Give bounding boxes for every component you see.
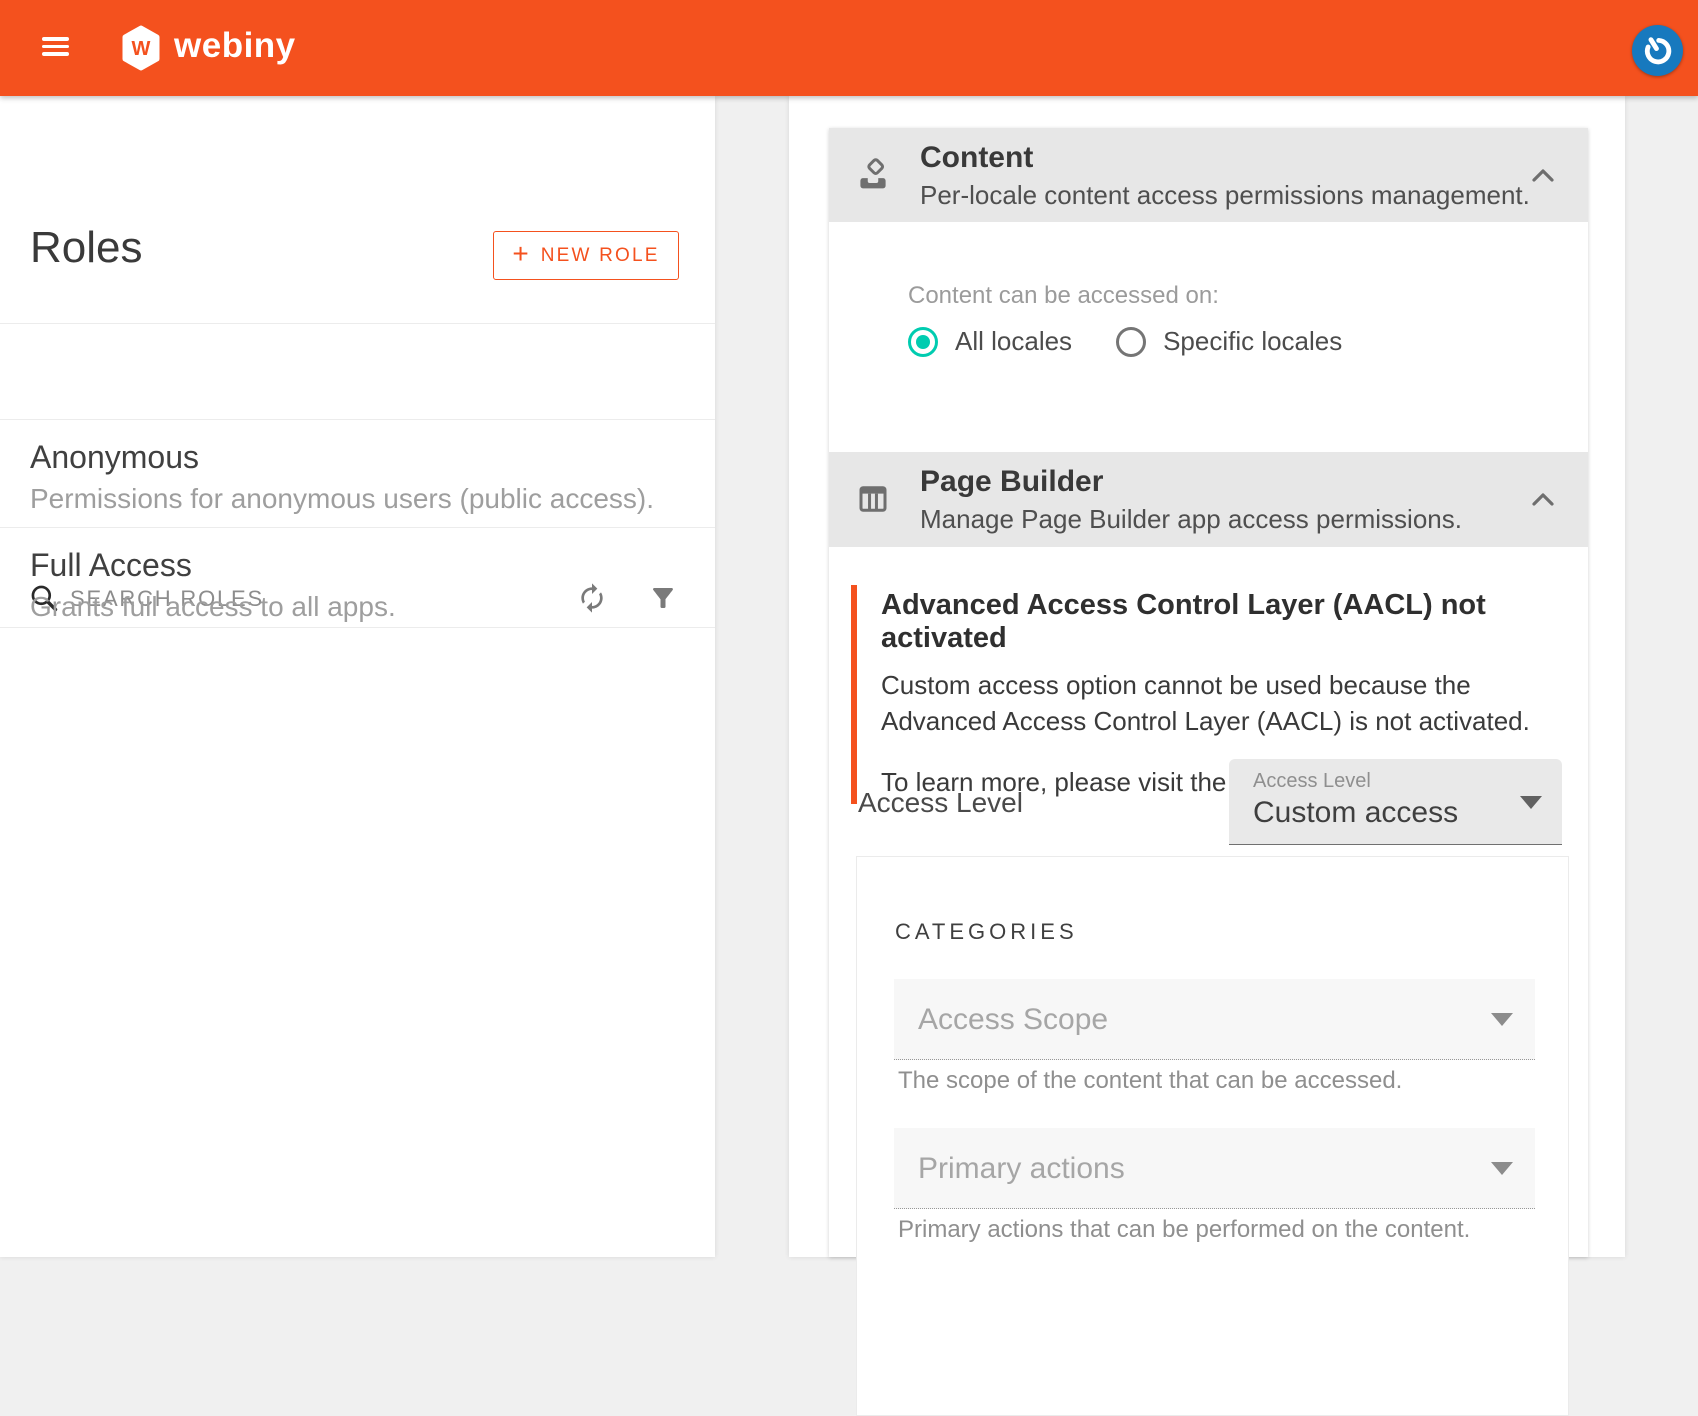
- access-scope-select[interactable]: Access Scope: [894, 979, 1535, 1060]
- role-description: Grants full access to all apps.: [30, 591, 396, 623]
- accessed-on-label: Content can be accessed on:: [908, 282, 1219, 310]
- dropdown-arrow-icon: [1491, 1013, 1513, 1026]
- ballot-icon: [855, 156, 891, 194]
- access-level-select[interactable]: Access Level Custom access: [1229, 759, 1562, 845]
- content-section-body: Content can be accessed on: All locales …: [829, 222, 1588, 452]
- select-value: Custom access: [1253, 796, 1458, 830]
- section-subtitle: Manage Page Builder app access permissio…: [920, 504, 1462, 535]
- chevron-up-icon[interactable]: [1532, 493, 1554, 506]
- role-list-item-full-access[interactable]: Full Access Grants full access to all ap…: [0, 527, 715, 627]
- select-placeholder: Primary actions: [918, 1152, 1125, 1186]
- search-roles-input[interactable]: SEARCH ROLES: [0, 323, 715, 419]
- dropdown-arrow-icon: [1491, 1162, 1513, 1175]
- role-title: Full Access: [30, 547, 192, 584]
- radio-all-locales[interactable]: [908, 327, 938, 357]
- divider: [0, 627, 715, 628]
- select-placeholder: Access Scope: [918, 1003, 1108, 1037]
- role-description: Permissions for anonymous users (public …: [30, 483, 654, 515]
- access-level-label: Access Level: [858, 787, 1023, 819]
- page-builder-section-header[interactable]: Page Builder Manage Page Builder app acc…: [829, 452, 1588, 547]
- permissions-accordion-card: Content Per-locale content access permis…: [829, 128, 1588, 1257]
- field-helper-text: The scope of the content that can be acc…: [898, 1067, 1402, 1095]
- categories-card: CATEGORIES Access Scope The scope of the…: [856, 856, 1569, 1416]
- warning-body: Custom access option cannot be used beca…: [881, 667, 1541, 739]
- section-title: Page Builder: [920, 465, 1103, 499]
- access-level-row: Access Level Access Level Custom access: [829, 759, 1588, 845]
- radio-specific-locales[interactable]: [1116, 327, 1146, 357]
- section-title: Content: [920, 141, 1033, 175]
- role-title: Anonymous: [30, 439, 199, 476]
- menu-hamburger-icon[interactable]: [42, 37, 69, 56]
- brand-wordmark: webiny: [174, 26, 296, 66]
- radio-label[interactable]: Specific locales: [1163, 326, 1342, 357]
- primary-actions-select[interactable]: Primary actions: [894, 1128, 1535, 1209]
- field-helper-text: Primary actions that can be performed on…: [898, 1216, 1470, 1244]
- new-role-button[interactable]: + NEW ROLE: [493, 231, 679, 280]
- select-floating-label: Access Level: [1253, 770, 1371, 793]
- app-bar: W webiny: [0, 0, 1698, 96]
- dropdown-arrow-icon: [1520, 796, 1542, 809]
- section-subtitle: Per-locale content access permissions ma…: [920, 180, 1530, 211]
- role-list-item-anonymous[interactable]: Anonymous Permissions for anonymous user…: [0, 419, 715, 527]
- content-section-header[interactable]: Content Per-locale content access permis…: [829, 128, 1588, 222]
- categories-heading: CATEGORIES: [895, 919, 1078, 945]
- plus-icon: +: [512, 240, 528, 268]
- page-title: Roles: [30, 223, 143, 273]
- logo-letter: W: [132, 38, 151, 60]
- locales-radio-group: All locales Specific locales: [908, 326, 1342, 357]
- webiny-logo-icon[interactable]: W: [121, 25, 161, 71]
- chevron-up-icon[interactable]: [1532, 169, 1554, 182]
- power-icon: [1641, 34, 1675, 68]
- table-chart-icon: [855, 481, 891, 519]
- roles-list-panel: Roles + NEW ROLE SEARCH ROLES Anonymous …: [0, 96, 715, 1257]
- radio-label[interactable]: All locales: [955, 326, 1072, 357]
- user-avatar[interactable]: [1632, 25, 1683, 76]
- warning-title: Advanced Access Control Layer (AACL) not…: [881, 589, 1557, 655]
